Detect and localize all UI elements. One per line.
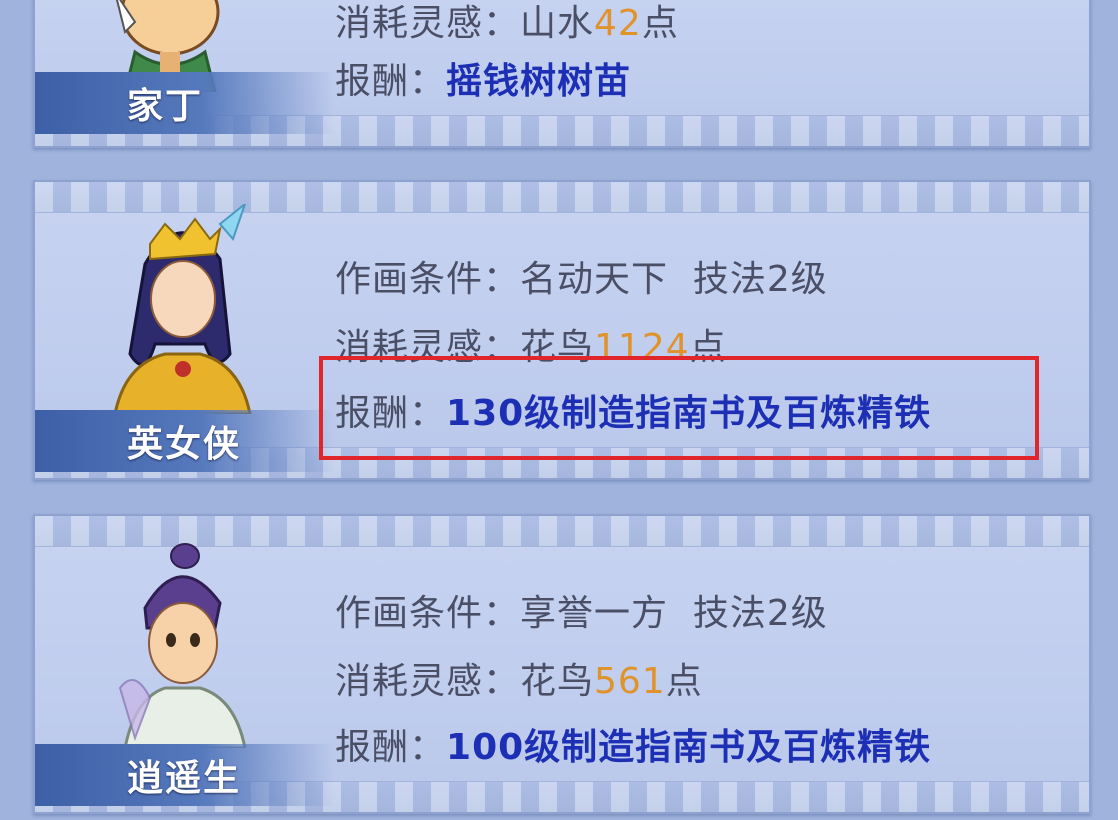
xiaoyaosheng-portrait	[118, 543, 247, 748]
cost-value: 561	[594, 661, 666, 702]
yingnvxia-portrait	[113, 204, 252, 414]
reward-line: 报酬：100级制造指南书及百炼精铁	[335, 727, 932, 768]
painting-card-jiading: 家丁 消耗灵感：山水42点 报酬：摇钱树树苗	[33, 0, 1091, 148]
condition-line: 作画条件：享誉一方 技法2级	[335, 593, 828, 634]
reward-highlight-box	[319, 356, 1039, 460]
character-name: 逍遥生	[35, 744, 335, 806]
condition-line: 作画条件：名动天下 技法2级	[335, 259, 828, 300]
character-name: 家丁	[35, 72, 335, 134]
cost-line: 消耗灵感：花鸟561点	[335, 661, 703, 702]
cost-value: 42	[594, 3, 642, 44]
reward-value: 100级制造指南书及百炼精铁	[446, 727, 932, 768]
painting-card-xiaoyaosheng: 逍遥生 作画条件：享誉一方 技法2级 消耗灵感：花鸟561点 报酬：100级制造…	[33, 514, 1091, 814]
reward-line: 报酬：摇钱树树苗	[335, 61, 632, 102]
reward-value: 摇钱树树苗	[446, 61, 632, 102]
character-name: 英女侠	[35, 410, 335, 472]
cost-line: 消耗灵感：山水42点	[335, 3, 679, 44]
